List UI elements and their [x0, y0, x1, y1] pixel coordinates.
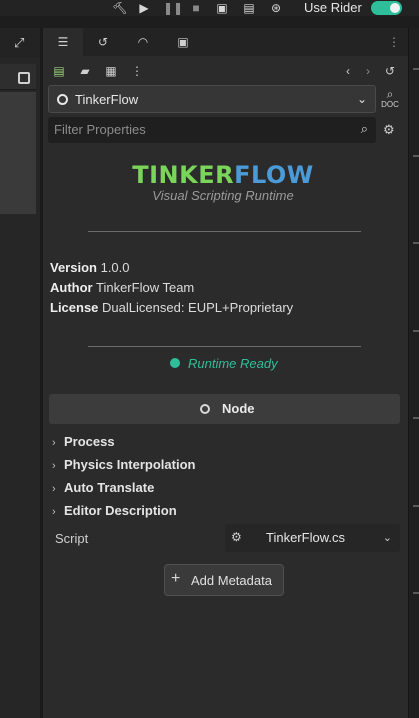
logo-part1: TINKER — [132, 161, 235, 189]
ruler-tick — [413, 68, 419, 70]
divider — [88, 346, 361, 347]
group-label: Auto Translate — [64, 480, 155, 495]
ruler-tick — [413, 417, 419, 419]
group-label: Editor Description — [64, 503, 177, 518]
chevron-right-icon: › — [52, 460, 56, 472]
script-label: Script — [55, 531, 89, 546]
group-process[interactable]: › Process — [52, 434, 115, 449]
node-section-header[interactable]: Node — [49, 394, 400, 424]
more-icon[interactable]: ⋮ — [130, 64, 144, 78]
add-metadata-label: Add Metadata — [191, 573, 272, 588]
tab-groups[interactable]: ▣ — [163, 28, 203, 56]
license-value: DualLicensed: EUPL+Proprietary — [102, 300, 294, 315]
object-history-icon[interactable]: ↺ — [383, 64, 397, 78]
chevron-right-icon: › — [52, 483, 56, 495]
tagline: Visual Scripting Runtime — [152, 188, 294, 203]
open-folder-icon[interactable]: ▰ — [78, 64, 92, 78]
signal-icon: ◠ — [137, 35, 149, 49]
expand-icon[interactable]: ⤢ — [14, 36, 28, 50]
ruler-tick — [413, 505, 419, 507]
left-dock — [0, 28, 40, 718]
script-filename: TinkerFlow.cs — [266, 530, 345, 545]
forward-icon[interactable]: › — [361, 64, 375, 78]
pause-icon[interactable]: ❚❚ — [163, 1, 183, 15]
back-icon[interactable]: ‹ — [341, 64, 355, 78]
play-icon[interactable]: ▶ — [137, 1, 151, 15]
filter-properties-field[interactable]: Filter Properties ⌕ — [48, 117, 376, 143]
group-physics-interpolation[interactable]: › Physics Interpolation — [52, 457, 195, 472]
stop-icon[interactable]: ■ — [189, 1, 203, 15]
node-section-title: Node — [222, 401, 255, 416]
group-auto-translate[interactable]: › Auto Translate — [52, 480, 154, 495]
dock-tabbar: ☰ ↺ ◠ ▣ ⋮ — [43, 28, 408, 56]
csharp-script-icon: ⚙ — [231, 530, 242, 544]
node-selector[interactable]: TinkerFlow ⌄ — [48, 85, 376, 113]
search-icon: ⌕ — [360, 121, 368, 136]
author-label: Author — [50, 280, 93, 295]
ruler-tick — [413, 155, 419, 157]
node-group-icon: ▣ — [177, 35, 189, 49]
group-label: Process — [64, 434, 115, 449]
version-value: 1.0.0 — [100, 260, 130, 275]
status-indicator — [170, 358, 180, 368]
ruler-tick — [413, 242, 419, 244]
chevron-down-icon: ⌄ — [356, 92, 367, 106]
license-row: License DualLicensed: EUPL+Proprietary — [50, 300, 293, 315]
author-row: Author TinkerFlow Team — [50, 280, 194, 295]
chevron-right-icon: › — [52, 506, 56, 518]
film-reel-icon[interactable]: ⊛ — [269, 1, 283, 15]
use-rider-toggle[interactable] — [371, 1, 402, 15]
chevron-down-icon: ⌄ — [382, 532, 392, 544]
node-icon — [200, 404, 210, 414]
dock-menu-icon[interactable]: ⋮ — [388, 34, 400, 50]
group-label: Physics Interpolation — [64, 457, 196, 472]
author-value: TinkerFlow Team — [96, 280, 195, 295]
script-picker[interactable]: ⚙ TinkerFlow.cs ⌄ — [225, 524, 400, 552]
right-dock-edge — [408, 28, 419, 718]
group-editor-description[interactable]: › Editor Description — [52, 503, 177, 518]
version-label: Version — [50, 260, 97, 275]
hammer-icon[interactable]: 🔨︎ — [112, 1, 127, 15]
ruler-tick — [413, 592, 419, 594]
left-dock-content — [0, 92, 36, 214]
use-rider-label: Use Rider — [304, 0, 362, 15]
list-icon: ☰ — [57, 35, 69, 49]
inspector-toolbar: ▤ ▰ ▦ ⋮ ‹ › ↺ — [43, 62, 408, 82]
new-resource-icon[interactable]: ▤ — [52, 64, 66, 78]
license-label: License — [50, 300, 99, 315]
version-row: Version 1.0.0 — [50, 260, 130, 275]
ruler-tick — [413, 330, 419, 332]
movie-clapper-icon[interactable]: ▣ — [215, 1, 229, 15]
property-settings-icon[interactable]: ⚙ — [383, 122, 395, 138]
tab-inspector[interactable]: ☰ — [43, 28, 83, 56]
movie-clapper-edit-icon[interactable]: ▤ — [242, 1, 256, 15]
run-toolbar: 🔨︎ ▶ ❚❚ ■ ▣ ▤ ⊛ Use Rider — [0, 0, 419, 16]
inspector-dock: ☰ ↺ ◠ ▣ ⋮ ▤ ▰ ▦ ⋮ ‹ › ↺ TinkerFlow ⌄ ⌕ D… — [43, 28, 408, 718]
node-name: TinkerFlow — [75, 92, 139, 107]
search-doc-icon: ⌕ — [386, 87, 394, 101]
save-icon[interactable]: ▦ — [104, 64, 118, 78]
tab-signals[interactable]: ◠ — [123, 28, 163, 56]
add-metadata-button[interactable]: + Add Metadata — [164, 564, 284, 596]
doc-button[interactable]: ⌕ DOC — [381, 88, 399, 110]
chevron-right-icon: › — [52, 437, 56, 449]
layers-icon[interactable] — [18, 72, 30, 84]
tab-history[interactable]: ↺ — [83, 28, 123, 56]
filter-placeholder: Filter Properties — [54, 122, 146, 137]
history-icon: ↺ — [97, 35, 109, 49]
logo-part2: FLOW — [234, 161, 314, 189]
doc-label: DOC — [381, 100, 399, 109]
node-icon — [57, 94, 68, 105]
divider — [88, 231, 361, 232]
runtime-status: Runtime Ready — [188, 356, 278, 371]
plus-icon: + — [171, 570, 181, 587]
